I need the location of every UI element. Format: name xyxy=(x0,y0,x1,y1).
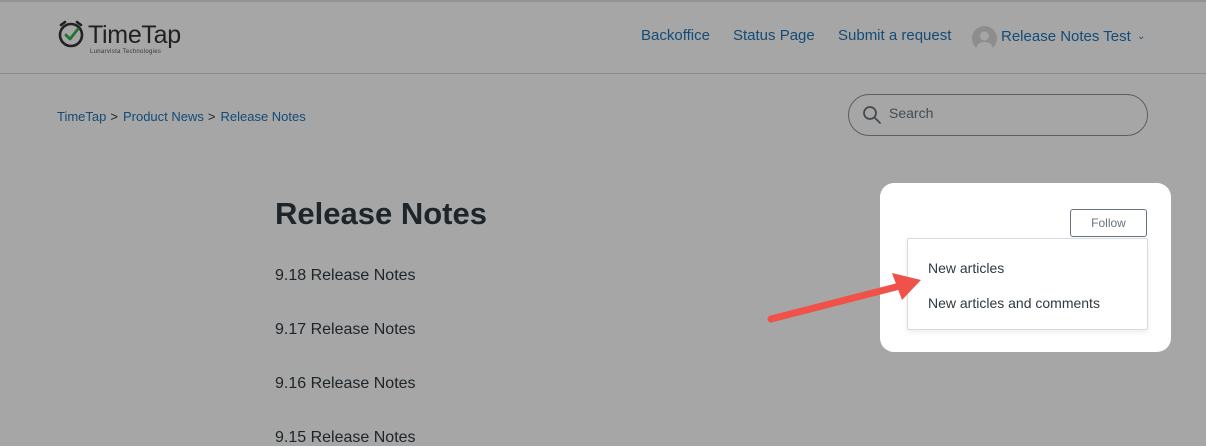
annotation-arrow-icon xyxy=(767,273,921,323)
menu-item-new-articles[interactable]: New articles xyxy=(928,260,1004,276)
menu-item-new-articles-and-comments[interactable]: New articles and comments xyxy=(928,295,1100,311)
follow-button[interactable]: Follow xyxy=(1070,209,1147,237)
follow-dropdown-menu: New articles New articles and comments xyxy=(907,238,1148,330)
